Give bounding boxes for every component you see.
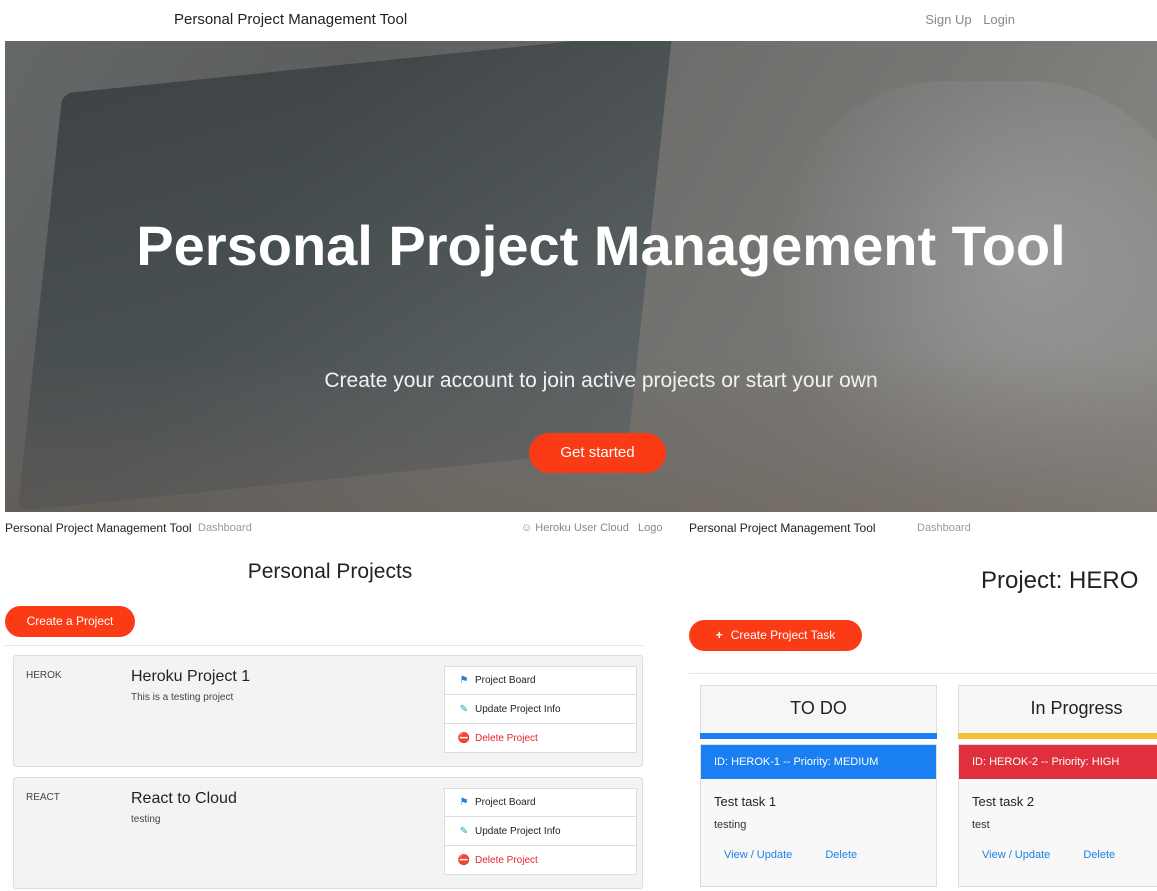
- board-brand[interactable]: Personal Project Management Tool: [689, 521, 876, 535]
- column-status-bar: [700, 733, 937, 739]
- task-body: testing: [714, 819, 747, 831]
- delete-task-link[interactable]: Delete: [825, 849, 857, 861]
- dashboard-brand[interactable]: Personal Project Management Tool: [5, 521, 192, 535]
- top-navbar: Personal Project Management Tool Sign Up…: [0, 0, 1157, 41]
- divider: [689, 673, 1157, 674]
- project-actions: ⚑ Project Board ✎ Update Project Info ⛔ Del…: [444, 788, 637, 875]
- project-board-link[interactable]: ⚑ Project Board: [444, 788, 637, 817]
- edit-icon: ✎: [459, 825, 469, 837]
- board-dashboard-link[interactable]: Dashboard: [917, 522, 971, 534]
- view-update-link[interactable]: View / Update: [724, 849, 792, 861]
- divider: [5, 645, 643, 646]
- column-in-progress: In Progress ID: HEROK-2 -- Priority: HIG…: [958, 685, 1157, 887]
- board-title: Project: HERO: [981, 567, 1139, 594]
- project-key: REACT: [26, 792, 60, 803]
- minus-circle-icon: ⛔: [457, 732, 471, 744]
- task-title: Test task 2: [972, 794, 1035, 809]
- dashboard-panel: Personal Project Management Tool Dashboa…: [0, 512, 663, 891]
- project-actions: ⚑ Project Board ✎ Update Project Info ⛔ Del…: [444, 666, 637, 753]
- column-todo: TO DO ID: HEROK-1 -- Priority: MEDIUM Te…: [700, 685, 937, 887]
- column-status-bar: [958, 733, 1157, 739]
- hero-title: Personal Project Management Tool: [136, 214, 1066, 277]
- flag-icon: ⚑: [459, 797, 469, 808]
- edit-icon: ✎: [459, 703, 469, 715]
- project-name: React to Cloud: [131, 790, 237, 807]
- navbar-links: Sign Up Login: [917, 12, 1015, 27]
- user-circle-icon: ☺: [521, 522, 533, 534]
- project-board-link[interactable]: ⚑ Project Board: [444, 666, 637, 695]
- project-card: REACT React to Cloud testing ⚑ Project Bo…: [13, 777, 643, 889]
- user-name: Heroku User Cloud: [535, 522, 629, 534]
- view-update-link[interactable]: View / Update: [982, 849, 1050, 861]
- project-description: This is a testing project: [131, 692, 234, 703]
- logout-link[interactable]: Logo: [638, 522, 662, 534]
- minus-circle-icon: ⛔: [457, 854, 471, 866]
- navbar-brand[interactable]: Personal Project Management Tool: [174, 11, 407, 28]
- project-board-label: Project Board: [475, 797, 536, 808]
- create-task-label: Create Project Task: [730, 628, 836, 642]
- login-link[interactable]: Login: [983, 12, 1015, 27]
- delete-project-label: Delete Project: [475, 732, 538, 744]
- project-description: testing: [131, 814, 161, 825]
- task-actions: View / Update Delete: [959, 831, 1157, 861]
- task-card: ID: HEROK-1 -- Priority: MEDIUM Test tas…: [700, 744, 937, 887]
- column-header: In Progress: [958, 685, 1157, 733]
- get-started-button[interactable]: Get started: [529, 433, 666, 473]
- create-task-button[interactable]: + Create Project Task: [689, 620, 862, 651]
- hero-subtitle: Create your account to join active proje…: [324, 369, 878, 392]
- page-title: Personal Projects: [247, 560, 413, 583]
- plus-icon: +: [715, 628, 723, 642]
- update-project-link[interactable]: ✎ Update Project Info: [444, 817, 637, 846]
- project-key: HEROK: [26, 670, 62, 681]
- task-caption: ID: HEROK-1 -- Priority: MEDIUM: [701, 745, 936, 779]
- task-card: ID: HEROK-2 -- Priority: HIGH Test task …: [958, 744, 1157, 887]
- hero-section: Personal Project Management Tool Create …: [5, 41, 1157, 512]
- user-menu[interactable]: ☺ Heroku User Cloud Logo: [521, 522, 663, 534]
- project-board-panel: Personal Project Management Tool Dashboa…: [683, 512, 1157, 891]
- task-title: Test task 1: [714, 794, 777, 809]
- task-caption: ID: HEROK-2 -- Priority: HIGH: [959, 745, 1157, 779]
- delete-project-link[interactable]: ⛔ Delete Project: [444, 724, 637, 753]
- flag-icon: ⚑: [459, 675, 469, 686]
- project-board-label: Project Board: [475, 675, 536, 686]
- column-header: TO DO: [700, 685, 937, 733]
- create-project-button[interactable]: Create a Project: [5, 606, 135, 637]
- delete-task-link[interactable]: Delete: [1083, 849, 1115, 861]
- delete-project-label: Delete Project: [475, 854, 538, 866]
- delete-project-link[interactable]: ⛔ Delete Project: [444, 846, 637, 875]
- project-name: Heroku Project 1: [131, 668, 251, 685]
- project-card: HEROK Heroku Project 1 This is a testing…: [13, 655, 643, 767]
- signup-link[interactable]: Sign Up: [925, 12, 971, 27]
- task-actions: View / Update Delete: [701, 831, 936, 861]
- update-project-label: Update Project Info: [475, 825, 561, 837]
- update-project-link[interactable]: ✎ Update Project Info: [444, 695, 637, 724]
- dashboard-navbar: Personal Project Management Tool Dashboa…: [0, 512, 663, 544]
- update-project-label: Update Project Info: [475, 703, 561, 715]
- task-body: test: [972, 819, 990, 831]
- dashboard-link[interactable]: Dashboard: [198, 522, 252, 534]
